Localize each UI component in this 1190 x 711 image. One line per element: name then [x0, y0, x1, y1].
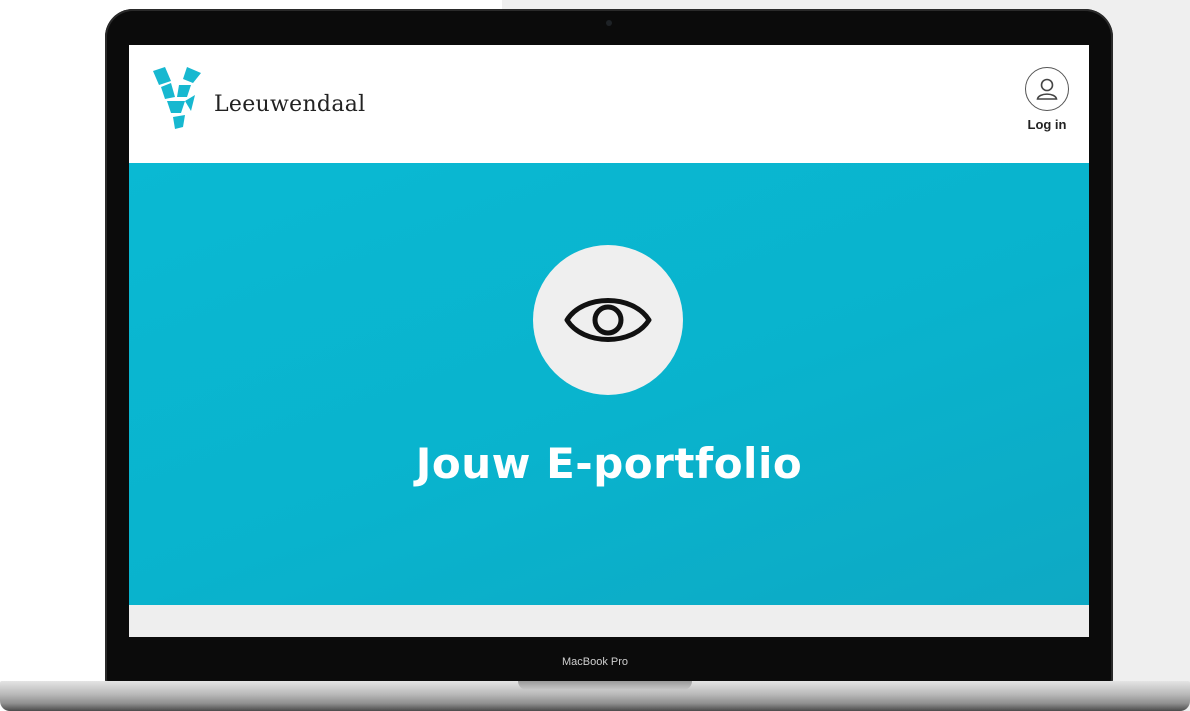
- eye-icon: [533, 245, 683, 395]
- lion-logo-icon[interactable]: [151, 67, 203, 131]
- laptop-screen: Leeuwendaal Log in Jouw E-portfolio: [129, 45, 1089, 637]
- camera: [606, 20, 612, 26]
- content-strip: [129, 605, 1089, 637]
- device-model-label: MacBook Pro: [561, 656, 629, 668]
- login-button[interactable]: Log in: [1019, 67, 1075, 137]
- site-header: Leeuwendaal Log in: [129, 45, 1089, 163]
- hero-banner: Jouw E-portfolio: [129, 163, 1089, 605]
- user-icon[interactable]: [1025, 67, 1069, 111]
- laptop-notch: [518, 681, 692, 690]
- login-label[interactable]: Log in: [1019, 117, 1075, 132]
- brand-name[interactable]: Leeuwendaal: [214, 92, 366, 117]
- page-title: Jouw E-portfolio: [415, 439, 803, 488]
